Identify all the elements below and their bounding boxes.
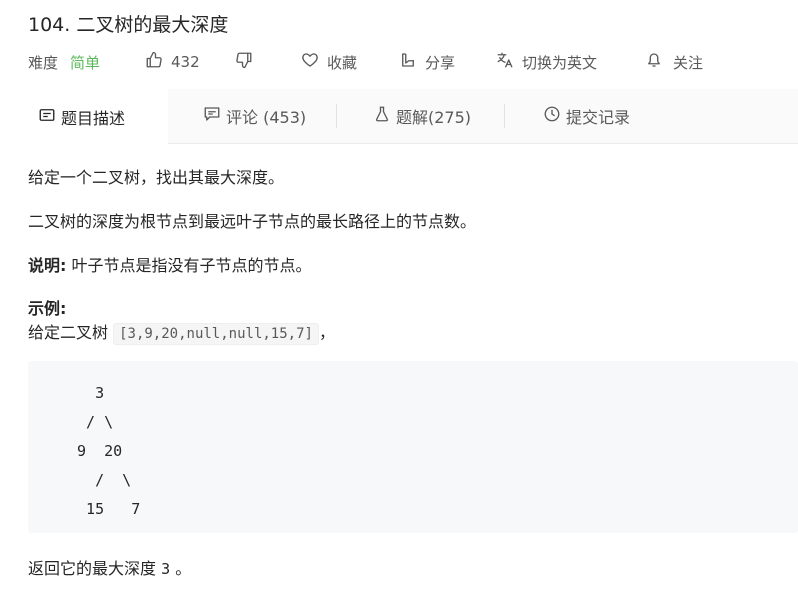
difficulty: 难度 简单 <box>28 50 100 74</box>
share-icon <box>399 51 417 73</box>
favorite-button[interactable]: 收藏 <box>301 50 357 74</box>
result-suffix: 。 <box>170 559 192 578</box>
translate-icon <box>496 51 514 73</box>
note-text: 叶子节点是指没有子节点的节点。 <box>66 256 312 275</box>
like-button[interactable]: 432 <box>145 50 200 74</box>
problem-header: 104. 二叉树的最大深度 难度 简单 432 收藏 分享 切换为英文 关注 <box>0 0 798 88</box>
example-input-line: 给定二叉树 [3,9,20,null,null,15,7]， <box>28 319 335 345</box>
description-paragraph: 二叉树的深度为根节点到最远叶子节点的最长路径上的节点数。 <box>28 212 477 231</box>
tab-description[interactable]: 题目描述 <box>0 89 168 144</box>
tab-submissions[interactable]: 提交记录 <box>543 89 630 143</box>
switch-language-button[interactable]: 切换为英文 <box>496 50 597 74</box>
switch-language-label: 切换为英文 <box>522 53 598 72</box>
heart-icon <box>301 51 319 73</box>
example-prefix: 给定二叉树 <box>28 323 114 342</box>
bell-icon <box>645 51 663 73</box>
comment-icon <box>203 105 226 127</box>
problem-title: 104. 二叉树的最大深度 <box>28 14 229 36</box>
tab-description-label: 题目描述 <box>61 108 126 128</box>
difficulty-label: 难度 <box>28 53 59 72</box>
tab-divider <box>504 104 505 128</box>
binary-tree-diagram: 3 / \ 9 20 / \ 15 7 <box>77 384 141 518</box>
share-label: 分享 <box>425 53 456 72</box>
follow-label: 关注 <box>673 53 704 72</box>
example-input-code: [3,9,20,null,null,15,7] <box>113 323 319 345</box>
result-line: 返回它的最大深度 3 。 <box>28 555 191 579</box>
description-paragraph: 给定一个二叉树，找出其最大深度。 <box>28 168 285 187</box>
example-code-block: 3 / \ 9 20 / \ 15 7 <box>28 361 798 533</box>
tab-comments-label: 评论 (453) <box>226 108 307 127</box>
thumbs-up-icon <box>145 51 163 73</box>
clock-icon <box>543 105 566 127</box>
tab-bar: 题目描述 评论 (453) 题解(275) 提交记录 <box>0 89 798 144</box>
tab-comments[interactable]: 评论 (453) <box>203 89 306 143</box>
difficulty-value: 简单 <box>70 53 101 72</box>
follow-button[interactable]: 关注 <box>645 50 703 74</box>
tab-divider <box>336 104 337 128</box>
example-heading: 示例: <box>28 299 67 318</box>
result-value: 3 <box>161 560 171 578</box>
tab-submissions-label: 提交记录 <box>566 108 631 127</box>
example-suffix: ， <box>318 323 335 342</box>
thumbs-down-icon <box>235 51 253 73</box>
dislike-button[interactable] <box>235 50 253 74</box>
tab-solutions-label: 题解(275) <box>396 108 472 127</box>
favorite-label: 收藏 <box>327 53 358 72</box>
share-button[interactable]: 分享 <box>399 50 455 74</box>
note-label: 说明: <box>28 256 67 275</box>
tab-solutions[interactable]: 题解(275) <box>373 89 471 143</box>
result-prefix: 返回它的最大深度 <box>28 559 162 578</box>
note-paragraph: 说明: 叶子节点是指没有子节点的节点。 <box>28 252 312 276</box>
flask-icon <box>373 105 396 127</box>
document-icon <box>38 106 61 128</box>
like-count: 432 <box>171 53 200 71</box>
